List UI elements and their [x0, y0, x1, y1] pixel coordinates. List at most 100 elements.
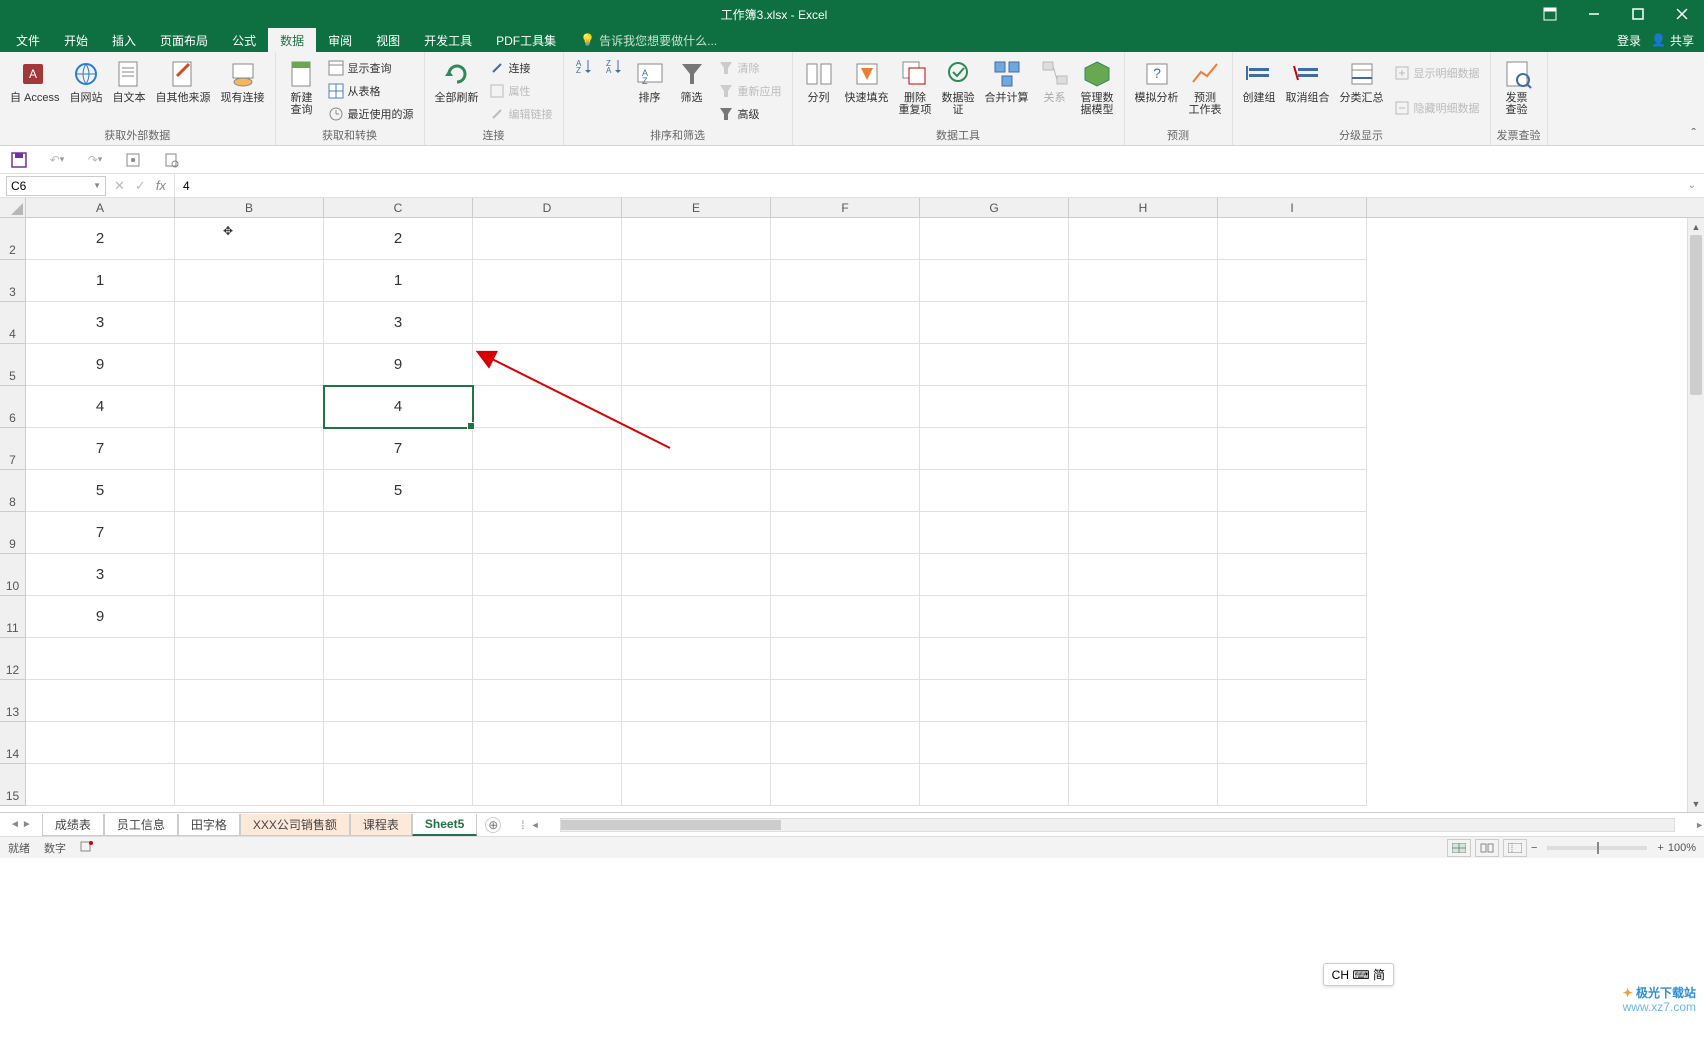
what-if-button[interactable]: ?模拟分析 — [1131, 56, 1183, 125]
cell[interactable] — [1218, 218, 1367, 260]
menu-tab-文件[interactable]: 文件 — [4, 28, 52, 52]
menu-tab-插入[interactable]: 插入 — [100, 28, 148, 52]
sheet-nav[interactable]: ◄► — [0, 819, 42, 830]
refresh-all-button[interactable]: 全部刷新 — [431, 56, 483, 125]
horizontal-scrollbar[interactable] — [560, 818, 1676, 832]
cell[interactable] — [1069, 554, 1218, 596]
cell[interactable] — [920, 764, 1069, 806]
cell[interactable] — [920, 638, 1069, 680]
cell[interactable] — [1218, 386, 1367, 428]
redo-button[interactable]: ↷ ▾ — [86, 151, 104, 169]
cell[interactable] — [175, 554, 324, 596]
page-layout-view-button[interactable] — [1475, 839, 1499, 857]
flash-fill-button[interactable]: 快速填充 — [841, 56, 893, 125]
cell[interactable]: 4 — [324, 386, 473, 428]
sheet-tab[interactable]: 成绩表 — [42, 814, 104, 836]
group-button[interactable]: 创建组 — [1239, 56, 1280, 125]
print-preview-button[interactable] — [162, 151, 180, 169]
cell[interactable]: 3 — [26, 302, 175, 344]
tell-me[interactable]: 💡 告诉我您想要做什么... — [568, 32, 717, 49]
column-header-I[interactable]: I — [1218, 198, 1367, 217]
cell[interactable] — [920, 386, 1069, 428]
expand-formula-bar[interactable]: ⌄ — [1688, 180, 1704, 191]
cell[interactable] — [622, 344, 771, 386]
cell[interactable] — [473, 554, 622, 596]
cell[interactable] — [175, 512, 324, 554]
menu-tab-页面布局[interactable]: 页面布局 — [148, 28, 220, 52]
close-button[interactable] — [1660, 0, 1704, 28]
manage-data-model-button[interactable]: 管理数 据模型 — [1077, 56, 1118, 125]
row-header[interactable]: 2 — [0, 218, 26, 260]
cell[interactable] — [26, 722, 175, 764]
cell[interactable] — [175, 680, 324, 722]
relationships-button[interactable]: 关系 — [1035, 56, 1075, 125]
column-header-B[interactable]: B — [175, 198, 324, 217]
cell[interactable] — [473, 596, 622, 638]
row-header[interactable]: 3 — [0, 260, 26, 302]
cell[interactable]: 7 — [26, 428, 175, 470]
row-header[interactable]: 4 — [0, 302, 26, 344]
cell[interactable] — [324, 596, 473, 638]
cell[interactable] — [324, 638, 473, 680]
connections-button[interactable]: 连接 — [485, 59, 557, 77]
cell[interactable] — [1069, 344, 1218, 386]
ribbon-options-button[interactable] — [1528, 0, 1572, 28]
filter-button[interactable]: 筛选 — [672, 56, 712, 125]
cell[interactable] — [26, 638, 175, 680]
cell[interactable] — [175, 764, 324, 806]
name-box[interactable]: C6▼ — [6, 176, 106, 196]
cell[interactable] — [920, 680, 1069, 722]
cell[interactable] — [771, 554, 920, 596]
formula-input[interactable]: 4 — [175, 179, 190, 193]
sheet-tab[interactable]: XXX公司销售额 — [240, 814, 350, 836]
invoice-check-button[interactable]: 发票 查验 — [1497, 56, 1537, 125]
collapse-ribbon-button[interactable]: ˆ — [1691, 125, 1696, 141]
cell[interactable] — [920, 428, 1069, 470]
cell[interactable] — [920, 722, 1069, 764]
cell[interactable] — [771, 470, 920, 512]
sheet-tab[interactable]: 员工信息 — [104, 814, 178, 836]
scroll-thumb[interactable] — [1690, 235, 1702, 395]
cell[interactable] — [622, 554, 771, 596]
column-header-A[interactable]: A — [26, 198, 175, 217]
login-link[interactable]: 登录 — [1617, 32, 1641, 49]
sort-desc-button[interactable]: ZA — [600, 56, 628, 125]
cell[interactable] — [771, 638, 920, 680]
menu-tab-开发工具[interactable]: 开发工具 — [412, 28, 484, 52]
cell[interactable] — [920, 596, 1069, 638]
cell[interactable]: 9 — [324, 344, 473, 386]
column-header-E[interactable]: E — [622, 198, 771, 217]
cell[interactable] — [175, 302, 324, 344]
row-header[interactable]: 11 — [0, 596, 26, 638]
cell[interactable]: 4 — [26, 386, 175, 428]
row-header[interactable]: 5 — [0, 344, 26, 386]
maximize-button[interactable] — [1616, 0, 1660, 28]
cell[interactable] — [1069, 722, 1218, 764]
cell[interactable]: 9 — [26, 596, 175, 638]
cell[interactable] — [324, 554, 473, 596]
cell[interactable] — [771, 596, 920, 638]
row-header[interactable]: 14 — [0, 722, 26, 764]
cell[interactable] — [771, 386, 920, 428]
row-header[interactable]: 15 — [0, 764, 26, 806]
row-header[interactable]: 12 — [0, 638, 26, 680]
sheet-tab[interactable]: Sheet5 — [412, 814, 477, 836]
consolidate-button[interactable]: 合并计算 — [981, 56, 1033, 125]
column-header-F[interactable]: F — [771, 198, 920, 217]
row-header[interactable]: 9 — [0, 512, 26, 554]
cell[interactable] — [1218, 512, 1367, 554]
cell[interactable] — [1218, 302, 1367, 344]
from-web-button[interactable]: 自网站 — [66, 56, 107, 125]
cell[interactable] — [175, 260, 324, 302]
reapply-button[interactable]: 重新应用 — [714, 82, 786, 100]
page-break-view-button[interactable] — [1503, 839, 1527, 857]
menu-tab-公式[interactable]: 公式 — [220, 28, 268, 52]
ime-indicator[interactable]: CH ⌨ 简 — [1323, 963, 1394, 986]
cell[interactable] — [324, 680, 473, 722]
cell[interactable] — [175, 596, 324, 638]
cell[interactable]: 1 — [324, 260, 473, 302]
cell[interactable] — [1069, 470, 1218, 512]
cell[interactable] — [622, 302, 771, 344]
data-validation-button[interactable]: 数据验 证 — [938, 56, 979, 125]
cell[interactable] — [622, 722, 771, 764]
